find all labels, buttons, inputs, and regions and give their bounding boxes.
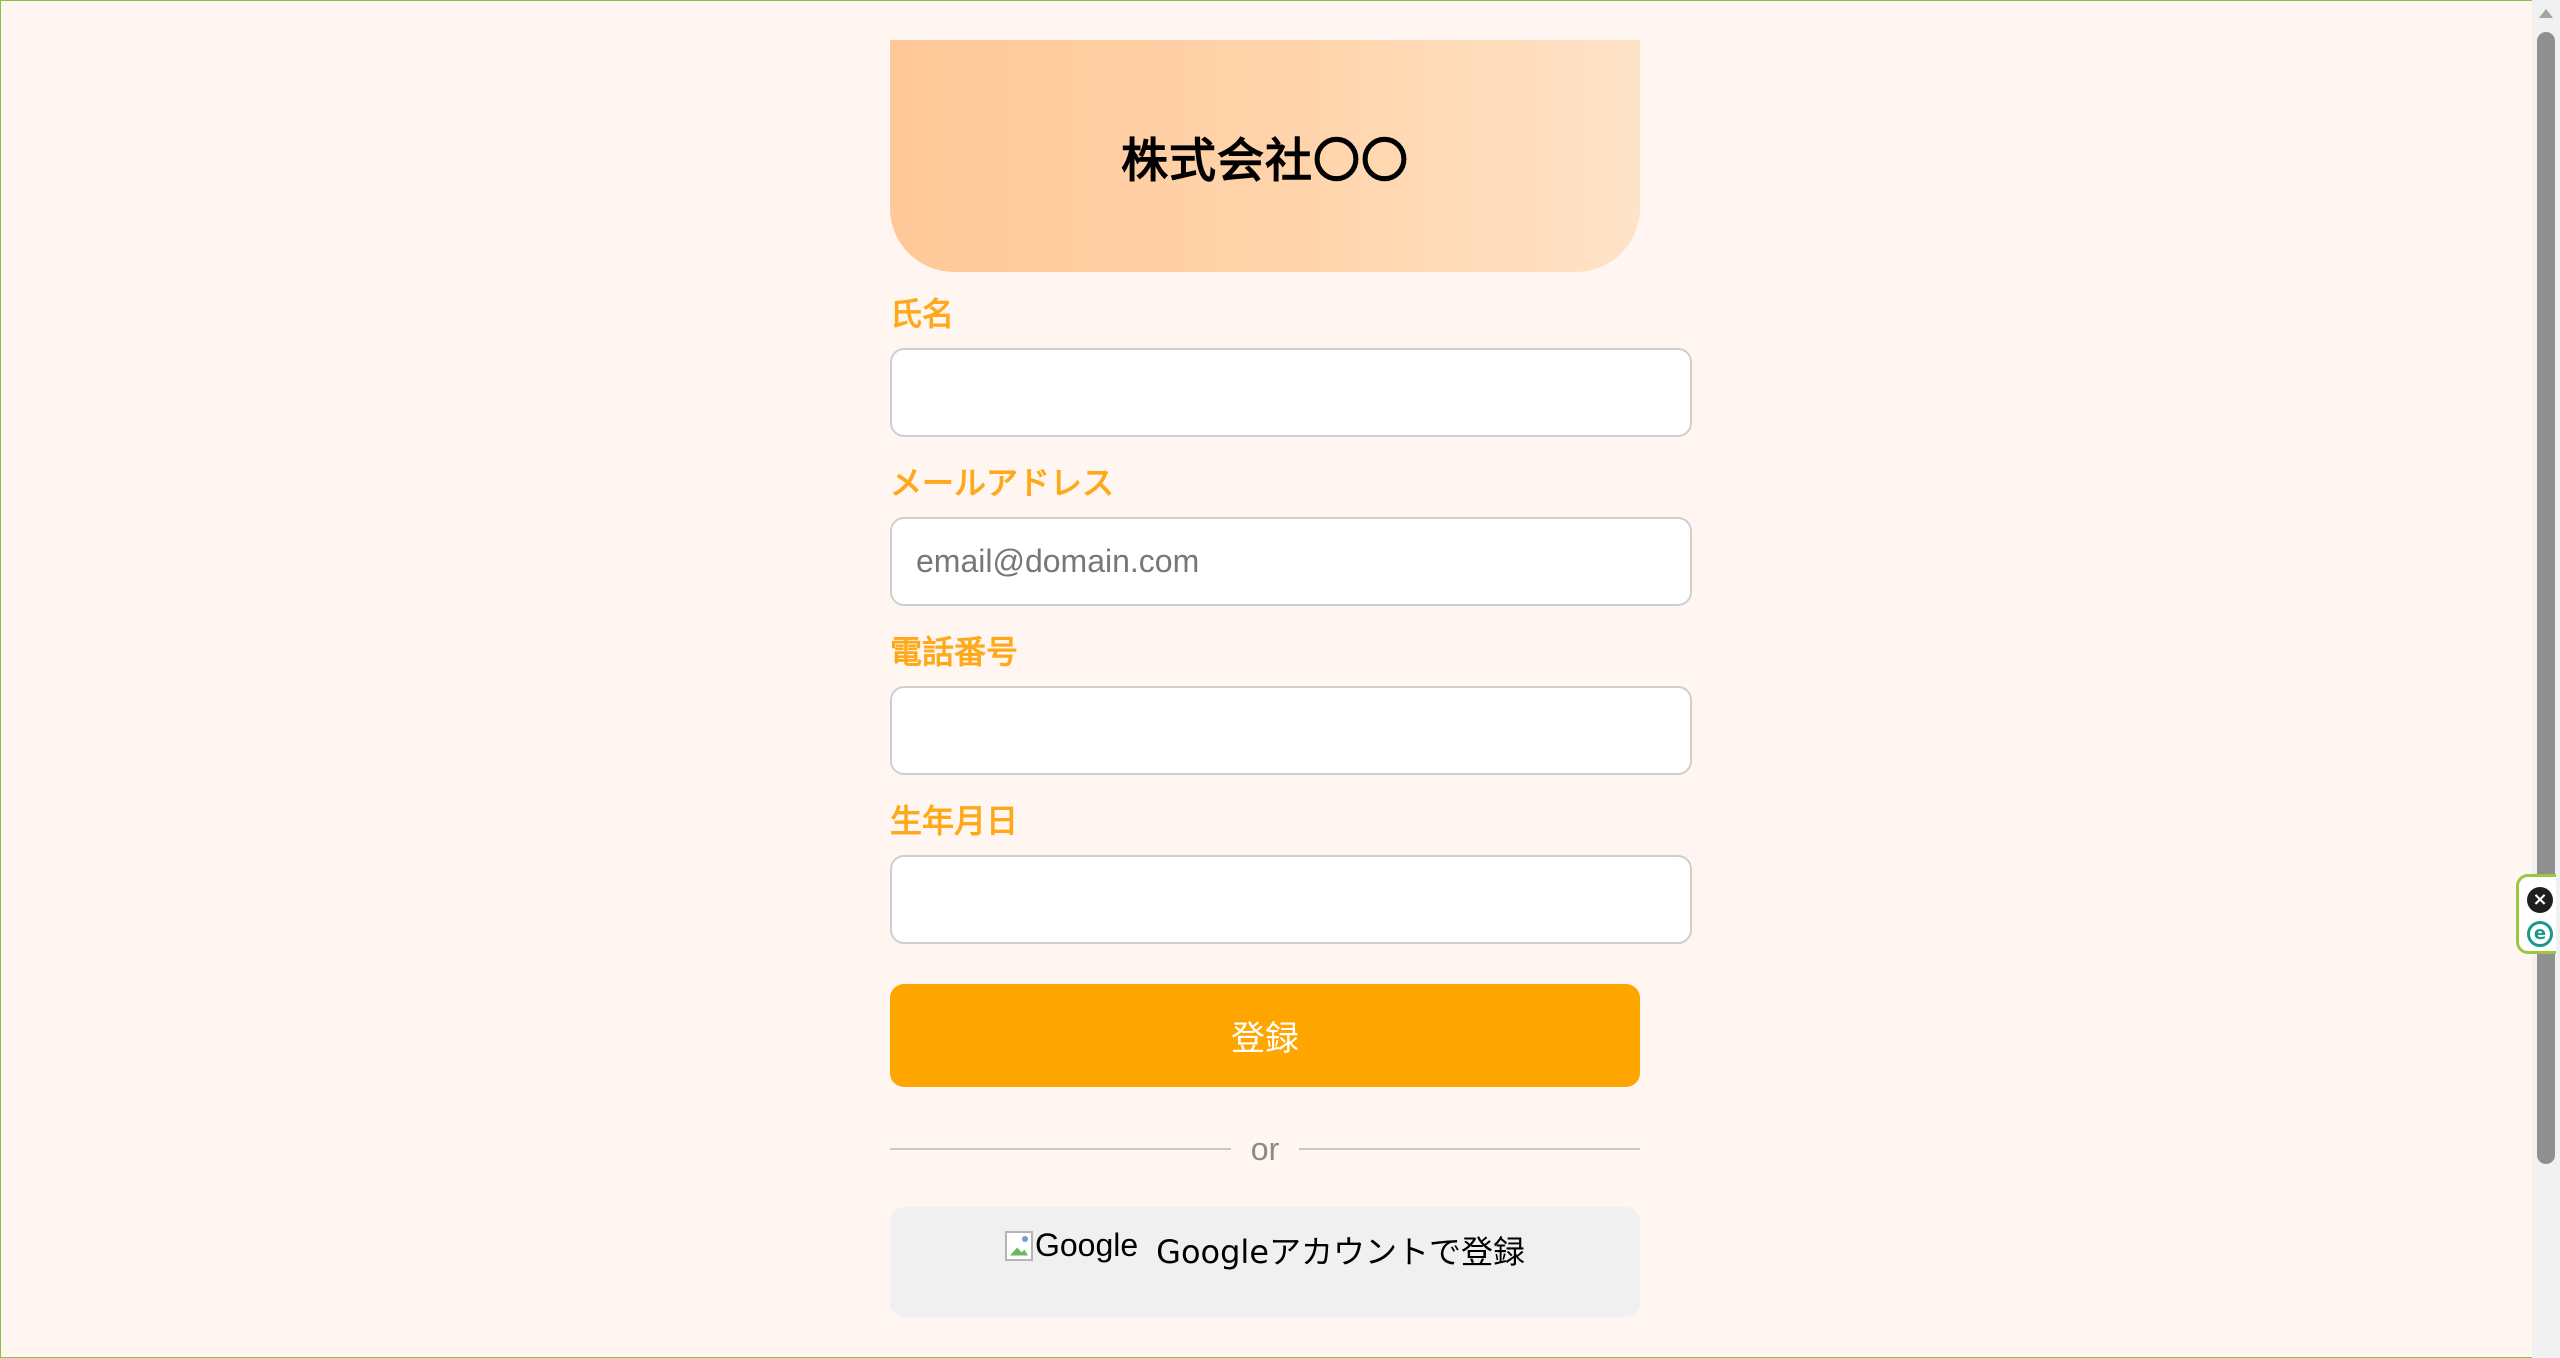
header-banner: 株式会社〇〇 <box>890 40 1640 272</box>
extension-side-widget: × e <box>2516 874 2556 954</box>
divider-line-right <box>1299 1148 1641 1150</box>
email-label: メールアドレス <box>890 464 1115 502</box>
phone-label: 電話番号 <box>890 633 1019 671</box>
birthdate-label: 生年月日 <box>890 802 1019 840</box>
registration-form: 株式会社〇〇 氏名 メールアドレス 電話番号 生年月日 登録 or Google… <box>890 40 1692 1317</box>
google-signup-button[interactable]: Google Googleアカウントで登録 <box>890 1207 1640 1317</box>
google-logo: Google <box>1004 1227 1139 1264</box>
company-name: 株式会社〇〇 <box>1121 133 1409 189</box>
birthdate-input[interactable] <box>890 855 1692 944</box>
vertical-scrollbar[interactable] <box>2532 0 2560 1358</box>
scroll-up-arrow-icon[interactable] <box>2539 9 2553 18</box>
google-button-label: Googleアカウントで登録 <box>1156 1233 1526 1271</box>
register-button[interactable]: 登録 <box>890 984 1640 1087</box>
close-icon[interactable]: × <box>2527 887 2553 913</box>
divider-line-left <box>890 1148 1231 1150</box>
name-label: 氏名 <box>890 295 955 333</box>
email-input[interactable] <box>890 517 1692 606</box>
google-logo-alt-text: Google <box>1034 1227 1139 1263</box>
broken-image-icon <box>1004 1230 1033 1261</box>
phone-input[interactable] <box>890 686 1692 775</box>
e-icon[interactable]: e <box>2527 921 2553 947</box>
or-text: or <box>1250 1130 1280 1167</box>
scroll-thumb[interactable] <box>2537 32 2555 1164</box>
or-divider: or <box>890 1127 1641 1171</box>
name-input[interactable] <box>890 348 1692 437</box>
